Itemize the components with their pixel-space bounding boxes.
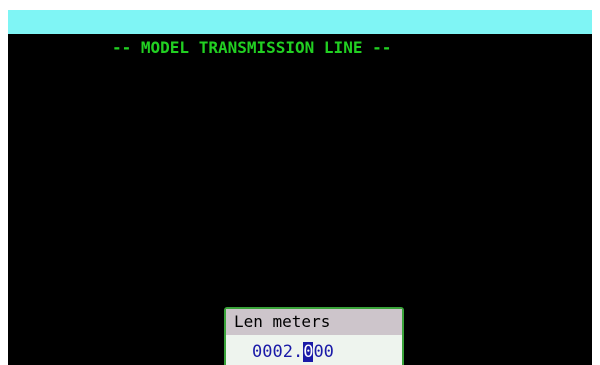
text-cursor: 0 [303,342,314,362]
terminal-screen: #1 sark__03.txt -- MODEL TRANSMISSION LI… [8,10,592,365]
value-after-cursor: 00 [313,342,334,362]
length-field-label: Len meters [226,309,402,335]
file-name: sark__03.txt [168,60,284,79]
title-bar: #1 sark__03.txt [8,10,592,79]
length-input-dialog: Len meters 0002.000 [224,307,404,365]
length-meters-input[interactable]: 0002.000 [226,337,402,365]
value-before-cursor: 0002. [252,342,304,362]
page-title: -- MODEL TRANSMISSION LINE -- [112,38,392,57]
